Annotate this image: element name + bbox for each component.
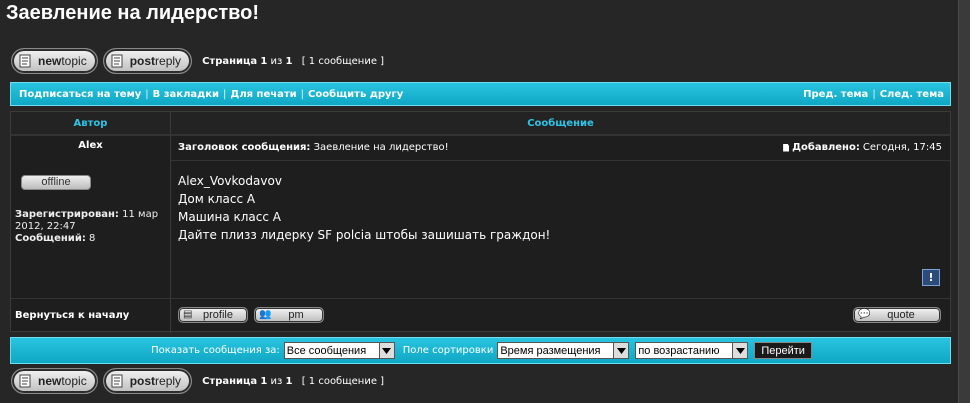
post-icon [783, 143, 790, 152]
post-count: [ 1 сообщение ] [301, 375, 385, 387]
quote-button[interactable]: 💬 quote [853, 307, 941, 323]
sort-options-bar: Показать сообщения за: Все сообщения Пол… [10, 337, 951, 364]
page-current: 1 [260, 375, 268, 387]
chevron-down-icon [613, 343, 629, 358]
profile-label: profile [203, 309, 233, 321]
profile-icon: ▤ [183, 309, 193, 320]
new-topic-button[interactable]: new topic [11, 48, 98, 74]
added-time: Сегодня, 17:45 [862, 142, 942, 153]
post-footer-divider [11, 298, 950, 299]
profile-button[interactable]: ▤ profile [178, 307, 248, 323]
sort-field-label: Поле сортировки [402, 345, 494, 356]
document-icon [18, 53, 32, 69]
sort-field-select[interactable]: Время размещения [497, 342, 630, 359]
post-count: [ 1 сообщение ] [301, 55, 385, 67]
topic-actions-left: Подписаться на тему | В закладки | Для печат… [19, 88, 404, 100]
pagination-info: Страница 1 из 1 [ 1 сообщение ] [202, 56, 384, 67]
sort-order-select[interactable]: по возрастанию [635, 342, 749, 359]
topic-actions-bar: Подписаться на тему | В закладки | Для печат… [10, 82, 951, 106]
email-friend-link[interactable]: Сообщить другу [308, 89, 403, 100]
page-of: из [270, 55, 283, 67]
author-column-header: Автор [11, 112, 170, 135]
new-topic-label-1: new [38, 374, 62, 388]
go-button[interactable]: Перейти [754, 342, 812, 359]
author-details: Зарегистрирован: 11 мар 2012, 22:47 Сооб… [15, 209, 167, 245]
posts-label: Сообщений: [15, 233, 86, 244]
new-topic-label-2: topic [61, 54, 87, 68]
back-to-top-link[interactable]: Вернуться к началу [15, 310, 129, 321]
page-current: 1 [260, 55, 268, 67]
posts-value: 8 [89, 233, 96, 244]
subject-label: Заголовок сообщения: [178, 142, 311, 153]
message-column-header: Сообщение [171, 112, 950, 135]
message-line: Машина класс А [178, 210, 281, 224]
pm-button[interactable]: 👥 pm [254, 307, 324, 323]
pagination-info: Страница 1 из 1 [ 1 сообщение ] [202, 376, 384, 387]
pm-label: pm [288, 309, 304, 321]
new-topic-label-2: topic [61, 374, 87, 388]
post-author[interactable]: Alex [11, 140, 170, 151]
next-topic-link[interactable]: След. тема [880, 89, 944, 100]
sort-field-value: Время размещения [500, 344, 601, 357]
post-reply-label-1: post [129, 54, 156, 68]
subscribe-link[interactable]: Подписаться на тему [19, 89, 141, 100]
scrollbar-track[interactable] [958, 0, 970, 403]
topic-nav: Пред. тема | След. тема [803, 88, 944, 100]
post-date: Добавлено: Сегодня, 17:45 [783, 142, 942, 153]
subject-text: Заевление на лидерство! [313, 142, 449, 153]
forum-page: Заевление на лидерство! new topic post rep… [0, 0, 958, 403]
page-total: 1 [285, 375, 293, 387]
post-subject: Заголовок сообщения: Заевление на лидерс… [178, 142, 449, 153]
header-divider [11, 135, 950, 136]
chevron-down-icon [378, 343, 394, 358]
column-divider [170, 112, 171, 333]
posts-table: Автор Сообщение Alex Заголовок сообщения… [10, 111, 951, 333]
page-title: Заевление на лидерство! [6, 2, 260, 24]
chevron-down-icon [732, 343, 748, 358]
post-reply-label-1: post [129, 374, 156, 388]
post-reply-button[interactable]: post reply [102, 368, 193, 394]
page-of: из [270, 375, 283, 387]
new-topic-button[interactable]: new topic [11, 368, 98, 394]
page-label: Страница [202, 375, 258, 387]
print-link[interactable]: Для печати [230, 89, 296, 100]
post-body: Alex_Vovkodavov Дом класс А Машина класс… [178, 172, 550, 244]
show-posts-label: Показать сообщения за: [151, 345, 280, 356]
page-label: Страница [202, 55, 258, 67]
prev-topic-link[interactable]: Пред. тема [803, 89, 868, 100]
post-header-divider [171, 160, 950, 161]
reply-document-icon [110, 53, 124, 69]
bottom-button-row: new topic post reply Страница 1 из 1 [ 1 с… [11, 368, 384, 394]
report-post-button[interactable]: ! [922, 269, 940, 286]
exclamation-icon: ! [928, 271, 934, 284]
days-select[interactable]: Все сообщения [283, 342, 395, 359]
post-reply-label-2: reply [155, 374, 182, 388]
message-line: Дом класс А [178, 192, 256, 206]
speech-bubble-icon: 💬 [858, 309, 871, 320]
message-line: Alex_Vovkodavov [178, 174, 282, 188]
reply-document-icon [110, 373, 124, 389]
post-reply-label-2: reply [155, 54, 182, 68]
post-reply-button[interactable]: post reply [102, 48, 193, 74]
added-label: Добавлено: [792, 142, 860, 153]
top-button-row: new topic post reply Страница 1 из 1 [ 1 с… [11, 48, 384, 74]
sort-order-value: по возрастанию [638, 344, 720, 357]
days-select-value: Все сообщения [286, 344, 367, 357]
users-icon: 👥 [259, 309, 272, 320]
new-topic-label-1: new [38, 54, 62, 68]
online-status-badge: offline [21, 175, 91, 190]
message-line: Дайте плизз лидерку SF polcia штобы заши… [178, 228, 551, 242]
bookmark-link[interactable]: В закладки [153, 89, 219, 100]
document-icon [18, 373, 32, 389]
page-total: 1 [285, 55, 293, 67]
registered-label: Зарегистрирован: [15, 209, 119, 220]
quote-label: quote [887, 309, 915, 321]
